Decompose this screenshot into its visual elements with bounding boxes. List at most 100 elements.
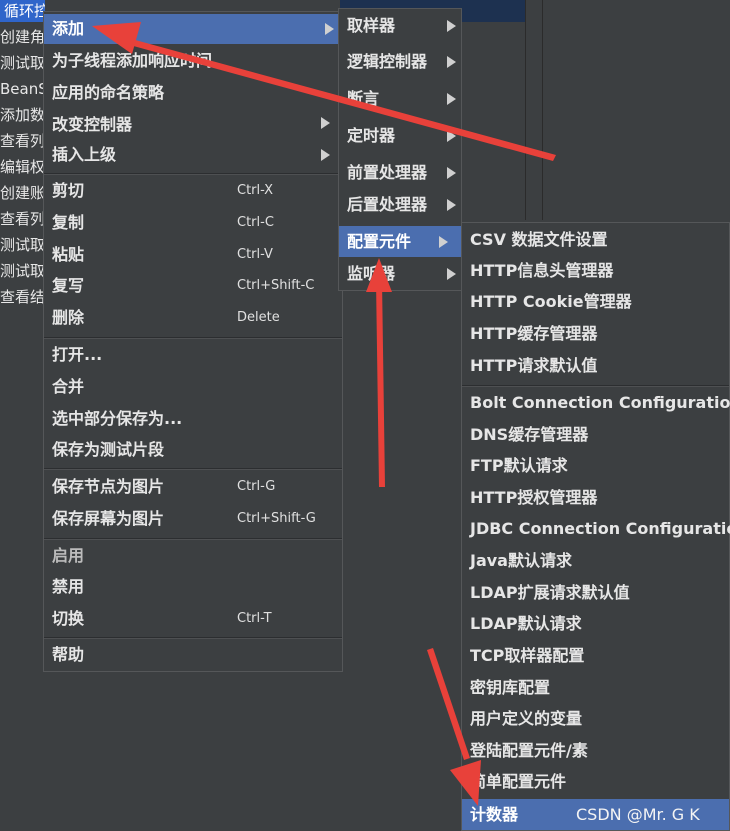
submenu-item-listener[interactable]: 监听器	[339, 259, 461, 289]
tree-node[interactable]: 测试取	[0, 52, 45, 74]
tree-node[interactable]: 创建账	[0, 182, 45, 204]
menu-item-label: 删除	[52, 308, 85, 327]
menu-item-label: 前置处理器	[347, 163, 428, 182]
context-menu: 添加 为子线程添加响应时间 应用的命名策略 改变控制器 插入上级 剪切 Ctrl…	[43, 11, 343, 672]
config-item-header-manager[interactable]: HTTP信息头管理器	[462, 256, 729, 286]
menu-separator	[44, 538, 342, 540]
menu-item-save-screen-as-image[interactable]: 保存屏幕为图片 Ctrl+Shift-G	[44, 504, 342, 534]
menu-item-add-think-times[interactable]: 为子线程添加响应时间	[44, 46, 342, 76]
menu-item-label: 计数器	[470, 805, 519, 824]
menu-item-label: 启用	[52, 546, 85, 565]
menu-item-paste[interactable]: 粘贴 Ctrl-V	[44, 240, 342, 270]
menu-item-label: HTTP Cookie管理器	[470, 292, 632, 311]
menu-item-label: 取样器	[347, 16, 396, 35]
config-item-user-defined-variables[interactable]: 用户定义的变量	[462, 704, 729, 734]
config-item-bolt-connection[interactable]: Bolt Connection Configuration	[462, 388, 730, 418]
config-item-counter[interactable]: 计数器 CSDN @Mr. G K	[462, 799, 729, 830]
menu-item-save-selection-as[interactable]: 选中部分保存为...	[44, 404, 342, 434]
config-item-dns-cache-manager[interactable]: DNS缓存管理器	[462, 420, 729, 450]
menu-item-shortcut: Ctrl-V	[237, 247, 273, 262]
tree-node[interactable]: BeanS	[0, 78, 45, 100]
menu-item-copy[interactable]: 复制 Ctrl-C	[44, 208, 342, 238]
menu-item-label: 断言	[347, 89, 380, 108]
menu-item-label: 复写	[52, 276, 85, 295]
config-item-ldap-ext-defaults[interactable]: LDAP扩展请求默认值	[462, 578, 729, 608]
menu-item-enable[interactable]: 启用	[44, 541, 342, 571]
menu-item-duplicate[interactable]: 复写 Ctrl+Shift-C	[44, 271, 342, 301]
menu-item-help[interactable]: 帮助	[44, 640, 342, 670]
config-item-ldap-defaults[interactable]: LDAP默认请求	[462, 609, 729, 639]
submenu-arrow-icon	[447, 56, 456, 68]
tree-node[interactable]: 查看列	[0, 208, 45, 230]
submenu-item-config-element[interactable]: 配置元件	[339, 226, 461, 257]
menu-item-label: 监听器	[347, 264, 396, 283]
submenu-item-pre-processor[interactable]: 前置处理器	[339, 158, 461, 188]
submenu-item-logic-controller[interactable]: 逻辑控制器	[339, 47, 461, 77]
config-item-auth-manager[interactable]: HTTP授权管理器	[462, 483, 729, 513]
menu-item-save-as-test-fragment[interactable]: 保存为测试片段	[44, 435, 342, 465]
menu-item-label: 改变控制器	[52, 115, 133, 134]
config-item-jdbc-connection[interactable]: JDBC Connection Configuration	[462, 514, 730, 544]
menu-item-label: 保存为测试片段	[52, 440, 165, 459]
config-item-tcp-sampler-config[interactable]: TCP取样器配置	[462, 641, 729, 671]
menu-item-label: 后置处理器	[347, 195, 428, 214]
menu-item-label: 用户定义的变量	[470, 709, 583, 728]
menu-item-save-node-as-image[interactable]: 保存节点为图片 Ctrl-G	[44, 472, 342, 502]
tree-node[interactable]: 查看列	[0, 130, 45, 152]
menu-item-naming-policy[interactable]: 应用的命名策略	[44, 78, 342, 108]
menu-item-label: HTTP请求默认值	[470, 356, 598, 375]
tree-node[interactable]: 查看结果	[0, 286, 45, 308]
menu-item-label: Java默认请求	[470, 551, 572, 570]
test-plan-tree: 循环控制器 创建角色 测试取 BeanS 添加数据 查看列 编辑权 创建账 查看…	[0, 0, 45, 831]
config-item-csv-data-set[interactable]: CSV 数据文件设置	[462, 225, 729, 255]
tree-node[interactable]: 编辑权	[0, 156, 45, 178]
menu-item-label: 添加	[52, 19, 85, 38]
menu-item-label: 简单配置元件	[470, 772, 567, 791]
menu-item-label: 保存节点为图片	[52, 477, 165, 496]
tree-node-loop-controller[interactable]: 循环控制器	[0, 0, 45, 22]
menu-item-label: LDAP默认请求	[470, 614, 582, 633]
menu-item-add[interactable]: 添加	[44, 14, 342, 44]
submenu-arrow-icon	[439, 236, 448, 248]
tree-node[interactable]: 创建角色	[0, 26, 45, 48]
tree-node[interactable]: 测试取样	[0, 260, 45, 282]
config-item-request-defaults[interactable]: HTTP请求默认值	[462, 351, 729, 381]
config-item-cookie-manager[interactable]: HTTP Cookie管理器	[462, 287, 729, 317]
submenu-arrow-icon	[325, 23, 334, 35]
config-item-keystore[interactable]: 密钥库配置	[462, 673, 729, 703]
submenu-item-timer[interactable]: 定时器	[339, 121, 461, 151]
menu-separator	[462, 385, 729, 387]
submenu-arrow-icon	[321, 117, 330, 129]
submenu-item-assertion[interactable]: 断言	[339, 84, 461, 114]
menu-item-disable[interactable]: 禁用	[44, 572, 342, 602]
menu-item-label: HTTP缓存管理器	[470, 324, 598, 343]
menu-item-label: 登陆配置元件/素	[470, 741, 588, 760]
menu-item-label: 合并	[52, 377, 85, 396]
menu-separator	[44, 637, 342, 639]
submenu-item-sampler[interactable]: 取样器	[339, 11, 461, 41]
config-element-submenu: CSV 数据文件设置 HTTP信息头管理器 HTTP Cookie管理器 HTT…	[461, 222, 730, 831]
submenu-item-post-processor[interactable]: 后置处理器	[339, 190, 461, 220]
menu-item-label: TCP取样器配置	[470, 646, 585, 665]
menu-item-open[interactable]: 打开...	[44, 340, 342, 370]
tree-node[interactable]: 添加数据	[0, 104, 45, 126]
menu-item-label: 打开...	[52, 345, 103, 364]
config-item-ftp-defaults[interactable]: FTP默认请求	[462, 451, 729, 481]
config-item-login-config[interactable]: 登陆配置元件/素	[462, 736, 729, 766]
menu-item-insert-parent[interactable]: 插入上级	[44, 140, 342, 170]
menu-item-label: FTP默认请求	[470, 456, 568, 475]
config-item-java-defaults[interactable]: Java默认请求	[462, 546, 729, 576]
tree-node[interactable]: 测试取	[0, 234, 45, 256]
menu-item-merge[interactable]: 合并	[44, 372, 342, 402]
config-item-simple-config[interactable]: 简单配置元件	[462, 767, 729, 797]
config-item-cache-manager[interactable]: HTTP缓存管理器	[462, 319, 729, 349]
menu-item-change-controller[interactable]: 改变控制器	[44, 110, 342, 140]
menu-item-delete[interactable]: 删除 Delete	[44, 303, 342, 333]
menu-item-label: HTTP授权管理器	[470, 488, 598, 507]
menu-item-shortcut: Ctrl-G	[237, 479, 276, 494]
menu-item-cut[interactable]: 剪切 Ctrl-X	[44, 176, 342, 206]
menu-item-shortcut: Ctrl-C	[237, 215, 274, 230]
menu-item-toggle[interactable]: 切换 Ctrl-T	[44, 604, 342, 634]
menu-item-label: Bolt Connection Configuration	[470, 393, 730, 412]
menu-item-label: 切换	[52, 609, 85, 628]
